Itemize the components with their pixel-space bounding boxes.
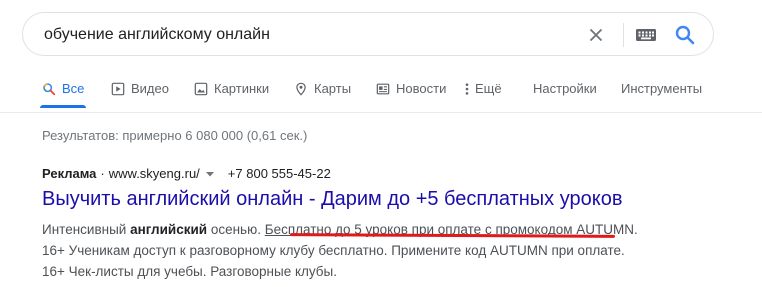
search-box-divider: [623, 23, 624, 47]
search-icon[interactable]: [673, 23, 697, 47]
ad-description: Интенсивный английский осенью. Бесплатно…: [42, 219, 642, 282]
tab-label: Настройки: [533, 81, 597, 96]
search-input[interactable]: обучение английскому онлайн: [44, 26, 270, 44]
ad-display-url[interactable]: www.skyeng.ru/: [109, 166, 200, 181]
desc-text: Интенсивный: [42, 222, 131, 237]
image-icon: [194, 82, 208, 96]
tab-label: Инструменты: [621, 81, 703, 96]
tab-images[interactable]: Картинки: [194, 80, 269, 108]
news-icon: [376, 83, 390, 95]
search-tabs: Все Видео Картинки Карты Новости Ещё Нас…: [0, 80, 762, 108]
tab-label: Ещё: [475, 81, 502, 96]
tab-label: Картинки: [214, 81, 270, 96]
tab-label: Видео: [131, 81, 169, 96]
search-icon: [43, 83, 56, 96]
ad-badge: Реклама: [42, 166, 97, 181]
ad-header: Реклама · www.skyeng.ru/ +7 800 555-45-2…: [42, 166, 331, 181]
tab-video[interactable]: Видео: [111, 80, 169, 108]
more-vert-icon: [465, 83, 469, 95]
desc-text: осенью.: [207, 222, 265, 237]
tab-tools[interactable]: Инструменты: [621, 80, 702, 108]
tab-settings[interactable]: Настройки: [533, 80, 597, 108]
map-pin-icon: [296, 82, 306, 96]
tab-more[interactable]: Ещё: [463, 80, 502, 108]
caret-down-icon[interactable]: [204, 168, 216, 180]
clear-icon[interactable]: [585, 24, 607, 46]
active-tab-indicator: [40, 105, 86, 108]
tab-label: Карты: [314, 81, 352, 96]
tab-label: Новости: [396, 81, 447, 96]
ad-title-link[interactable]: Выучить английский онлайн - Дарим до +5 …: [42, 188, 622, 211]
tab-maps[interactable]: Карты: [294, 80, 351, 108]
desc-highlight: английский: [130, 222, 208, 237]
tabs-divider: [0, 112, 762, 113]
separator-dot: ·: [100, 166, 105, 181]
tab-all[interactable]: Все: [42, 80, 84, 108]
video-icon: [111, 82, 125, 96]
ad-phone[interactable]: +7 800 555-45-22: [228, 166, 331, 181]
tab-news[interactable]: Новости: [376, 80, 446, 108]
tab-label: Все: [62, 81, 85, 96]
keyboard-icon[interactable]: [635, 26, 657, 44]
result-stats: Результатов: примерно 6 080 000 (0,61 се…: [42, 128, 308, 143]
search-box[interactable]: обучение английскому онлайн: [22, 12, 714, 56]
